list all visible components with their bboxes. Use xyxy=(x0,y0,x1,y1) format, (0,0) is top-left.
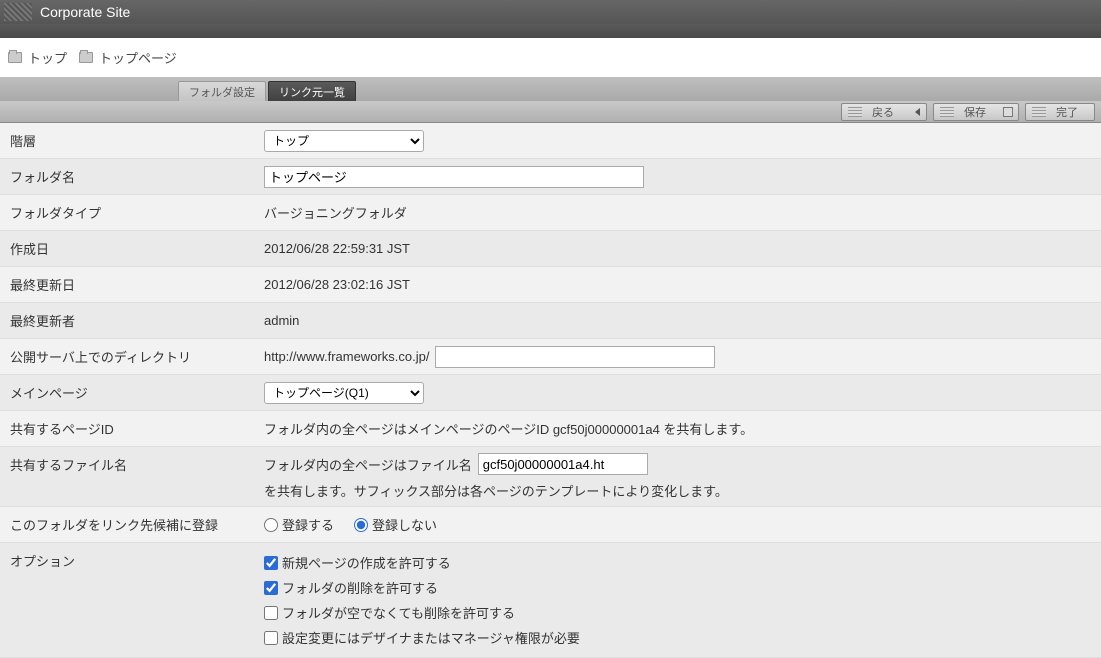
check-label: 新規ページの作成を許可する xyxy=(282,553,451,572)
label-updated: 最終更新日 xyxy=(0,267,256,302)
radio-label: 登録しない xyxy=(372,515,437,534)
toolbar: 戻る 保存 完了 xyxy=(0,101,1101,123)
updated-by-value: admin xyxy=(264,313,299,328)
label-folder-name: フォルダ名 xyxy=(0,159,256,194)
shared-file-suffix: を共有します。サフィックス部分は各ページのテンプレートにより変化します。 xyxy=(264,481,728,500)
shared-file-input[interactable] xyxy=(478,453,648,475)
grip-icon xyxy=(1032,107,1046,117)
titlebar-sub xyxy=(0,24,1101,38)
breadcrumb: トップ トップページ xyxy=(0,38,1101,77)
register-yes-radio[interactable] xyxy=(264,518,278,532)
check-label: 設定変更にはデザイナまたはマネージャ権限が必要 xyxy=(282,628,580,647)
opt-allow-new-page[interactable]: 新規ページの作成を許可する xyxy=(264,553,580,572)
created-value: 2012/06/28 22:59:31 JST xyxy=(264,241,410,256)
shared-file-prefix: フォルダ内の全ページはファイル名 xyxy=(264,455,472,474)
label-shared-page-id: 共有するページID xyxy=(0,411,256,446)
form: 階層 トップ フォルダ名 フォルダタイプ バージョニングフォルダ 作成日 201… xyxy=(0,123,1101,658)
opt-allow-delete[interactable]: フォルダの削除を許可する xyxy=(264,578,580,597)
updated-value: 2012/06/28 23:02:16 JST xyxy=(264,277,410,292)
radio-label: 登録する xyxy=(282,515,334,534)
check-label: フォルダの削除を許可する xyxy=(282,578,438,597)
label-options: オプション xyxy=(0,543,256,657)
breadcrumb-root[interactable]: トップ xyxy=(28,48,67,67)
label-shared-file: 共有するファイル名 xyxy=(0,447,256,506)
public-dir-input[interactable] xyxy=(435,346,715,368)
button-label: 保存 xyxy=(964,104,986,120)
label-public-dir: 公開サーバ上でのディレクトリ xyxy=(0,339,256,374)
folder-type-value: バージョニングフォルダ xyxy=(264,203,407,222)
register-no-radio[interactable] xyxy=(354,518,368,532)
tab-label: リンク元一覧 xyxy=(279,84,345,100)
folder-icon xyxy=(79,52,93,63)
label-updated-by: 最終更新者 xyxy=(0,303,256,338)
folder-icon xyxy=(8,52,22,63)
register-yes-wrap[interactable]: 登録する xyxy=(264,515,334,534)
app-title: Corporate Site xyxy=(40,4,130,20)
tab-label: フォルダ設定 xyxy=(189,84,255,100)
opt-delete-nonempty[interactable]: フォルダが空でなくても削除を許可する xyxy=(264,603,580,622)
main-page-select[interactable]: トップページ(Q1) xyxy=(264,382,424,404)
label-folder-type: フォルダタイプ xyxy=(0,195,256,230)
label-register-link: このフォルダをリンク先候補に登録 xyxy=(0,507,256,542)
opt3-checkbox[interactable] xyxy=(264,606,278,620)
folder-name-input[interactable] xyxy=(264,166,644,188)
save-button[interactable]: 保存 xyxy=(933,103,1019,121)
tab-folder-settings[interactable]: フォルダ設定 xyxy=(178,81,266,101)
back-button[interactable]: 戻る xyxy=(841,103,927,121)
public-dir-prefix: http://www.frameworks.co.jp/ xyxy=(264,349,429,364)
grip-icon xyxy=(848,107,862,117)
titlebar: Corporate Site xyxy=(0,0,1101,24)
disk-icon xyxy=(1003,107,1013,117)
button-label: 戻る xyxy=(872,104,894,120)
level-select[interactable]: トップ xyxy=(264,130,424,152)
grip-icon xyxy=(940,107,954,117)
button-label: 完了 xyxy=(1056,104,1078,120)
breadcrumb-current[interactable]: トップページ xyxy=(99,48,177,67)
tab-link-sources[interactable]: リンク元一覧 xyxy=(268,81,356,101)
done-button[interactable]: 完了 xyxy=(1025,103,1095,121)
app-icon xyxy=(4,3,32,21)
check-label: フォルダが空でなくても削除を許可する xyxy=(282,603,515,622)
tabs: フォルダ設定 リンク元一覧 xyxy=(0,77,1101,101)
shared-page-id-text: フォルダ内の全ページはメインページのページID gcf50j00000001a4… xyxy=(264,419,753,438)
opt-require-role[interactable]: 設定変更にはデザイナまたはマネージャ権限が必要 xyxy=(264,628,580,647)
label-main-page: メインページ xyxy=(0,375,256,410)
register-no-wrap[interactable]: 登録しない xyxy=(354,515,437,534)
opt2-checkbox[interactable] xyxy=(264,581,278,595)
label-created: 作成日 xyxy=(0,231,256,266)
label-level: 階層 xyxy=(0,123,256,158)
opt1-checkbox[interactable] xyxy=(264,556,278,570)
opt4-checkbox[interactable] xyxy=(264,631,278,645)
arrow-left-icon xyxy=(915,108,920,116)
